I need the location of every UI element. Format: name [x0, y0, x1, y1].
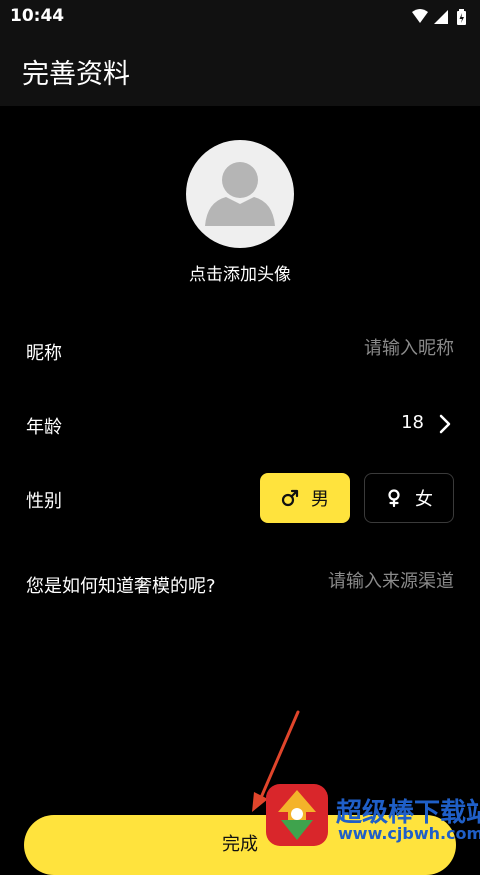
status-time: 10:44: [10, 6, 65, 26]
status-bar: 10:44: [0, 0, 480, 34]
age-label: 年龄: [26, 417, 62, 438]
signal-icon: [434, 10, 448, 24]
watermark: 超级棒下载站 www.cjbwh.com: [266, 784, 480, 853]
gender-male-label: 男: [311, 489, 329, 510]
user-placeholder-icon: [205, 162, 275, 226]
gender-label: 性别: [26, 491, 62, 512]
nickname-label: 昵称: [26, 343, 62, 364]
avatar-caption: 点击添加头像: [189, 265, 291, 285]
watermark-url: www.cjbwh.com: [338, 824, 480, 843]
nickname-input[interactable]: [234, 338, 454, 359]
source-label: 您是如何知道奢模的呢?: [26, 576, 216, 597]
age-value[interactable]: 18: [401, 412, 424, 433]
male-symbol-icon: [281, 489, 299, 507]
source-input[interactable]: [234, 571, 454, 592]
status-icons: [410, 8, 472, 26]
watermark-logo-icon: [266, 784, 328, 846]
chevron-right-icon[interactable]: [438, 414, 452, 434]
female-symbol-icon: [388, 489, 400, 507]
avatar-upload-button[interactable]: [186, 140, 294, 248]
battery-icon: [457, 9, 466, 25]
wifi-icon: [412, 9, 428, 23]
gender-female-button[interactable]: 女: [364, 473, 454, 523]
page-title: 完善资料: [22, 59, 130, 90]
gender-male-button[interactable]: 男: [260, 473, 350, 523]
app-bar: 完善资料: [0, 34, 480, 106]
gender-female-label: 女: [415, 489, 433, 510]
